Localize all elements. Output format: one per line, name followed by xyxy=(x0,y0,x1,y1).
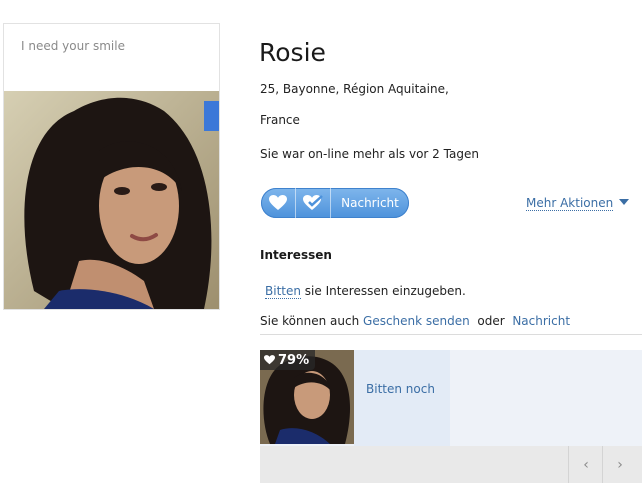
profile-tagline: I need your smile xyxy=(21,39,125,53)
match-badge: 79% xyxy=(260,350,316,370)
or-text: oder xyxy=(477,314,505,328)
message-button[interactable]: Nachricht xyxy=(331,188,409,218)
profile-location: 25, Bayonne, Région Aquitaine, xyxy=(260,82,449,96)
next-button[interactable]: › xyxy=(602,446,637,483)
match-percent: 79% xyxy=(278,352,310,368)
alternative-actions-line: Sie können auch Geschenk senden oder Nac… xyxy=(260,314,570,328)
heart-icon xyxy=(264,355,275,365)
divider xyxy=(260,334,642,335)
profile-photo[interactable] xyxy=(4,91,219,309)
more-actions-label: Mehr Aktionen xyxy=(526,196,614,210)
message-link[interactable]: Nachricht xyxy=(512,314,570,328)
heart-icon xyxy=(269,195,287,210)
carousel-nav-bar: ‹ › xyxy=(260,446,642,483)
send-gift-link[interactable]: Geschenk senden xyxy=(363,314,470,328)
favorite-button[interactable] xyxy=(296,188,331,218)
heart-check-icon xyxy=(303,194,323,210)
ask-interests-text: sie Interessen einzugeben. xyxy=(300,284,466,298)
match-thumbnail[interactable]: 79% xyxy=(260,350,354,444)
profile-country: France xyxy=(260,113,300,127)
action-button-group: Nachricht xyxy=(261,188,409,218)
online-status: Sie war on-line mehr als vor 2 Tagen xyxy=(260,147,479,161)
also-prefix-text: Sie können auch xyxy=(260,314,364,328)
prev-button[interactable]: ‹ xyxy=(568,446,603,483)
interests-request-line: Bitten sie Interessen einzugeben. xyxy=(265,284,466,299)
ask-more-link[interactable]: Bitten noch xyxy=(366,382,435,396)
chevron-left-icon: ‹ xyxy=(583,456,589,473)
match-strip: 79% Bitten noch xyxy=(260,350,642,446)
interests-heading: Interessen xyxy=(260,248,332,262)
profile-name: Rosie xyxy=(259,38,326,67)
like-button[interactable] xyxy=(261,188,296,218)
ask-more-box: Bitten noch xyxy=(354,350,450,446)
profile-card: I need your smile xyxy=(3,23,220,310)
more-actions-link[interactable]: Mehr Aktionen xyxy=(526,196,630,211)
chevron-right-icon: › xyxy=(617,456,623,473)
ask-interests-link[interactable]: Bitten xyxy=(265,284,301,299)
caret-down-icon xyxy=(619,199,630,205)
